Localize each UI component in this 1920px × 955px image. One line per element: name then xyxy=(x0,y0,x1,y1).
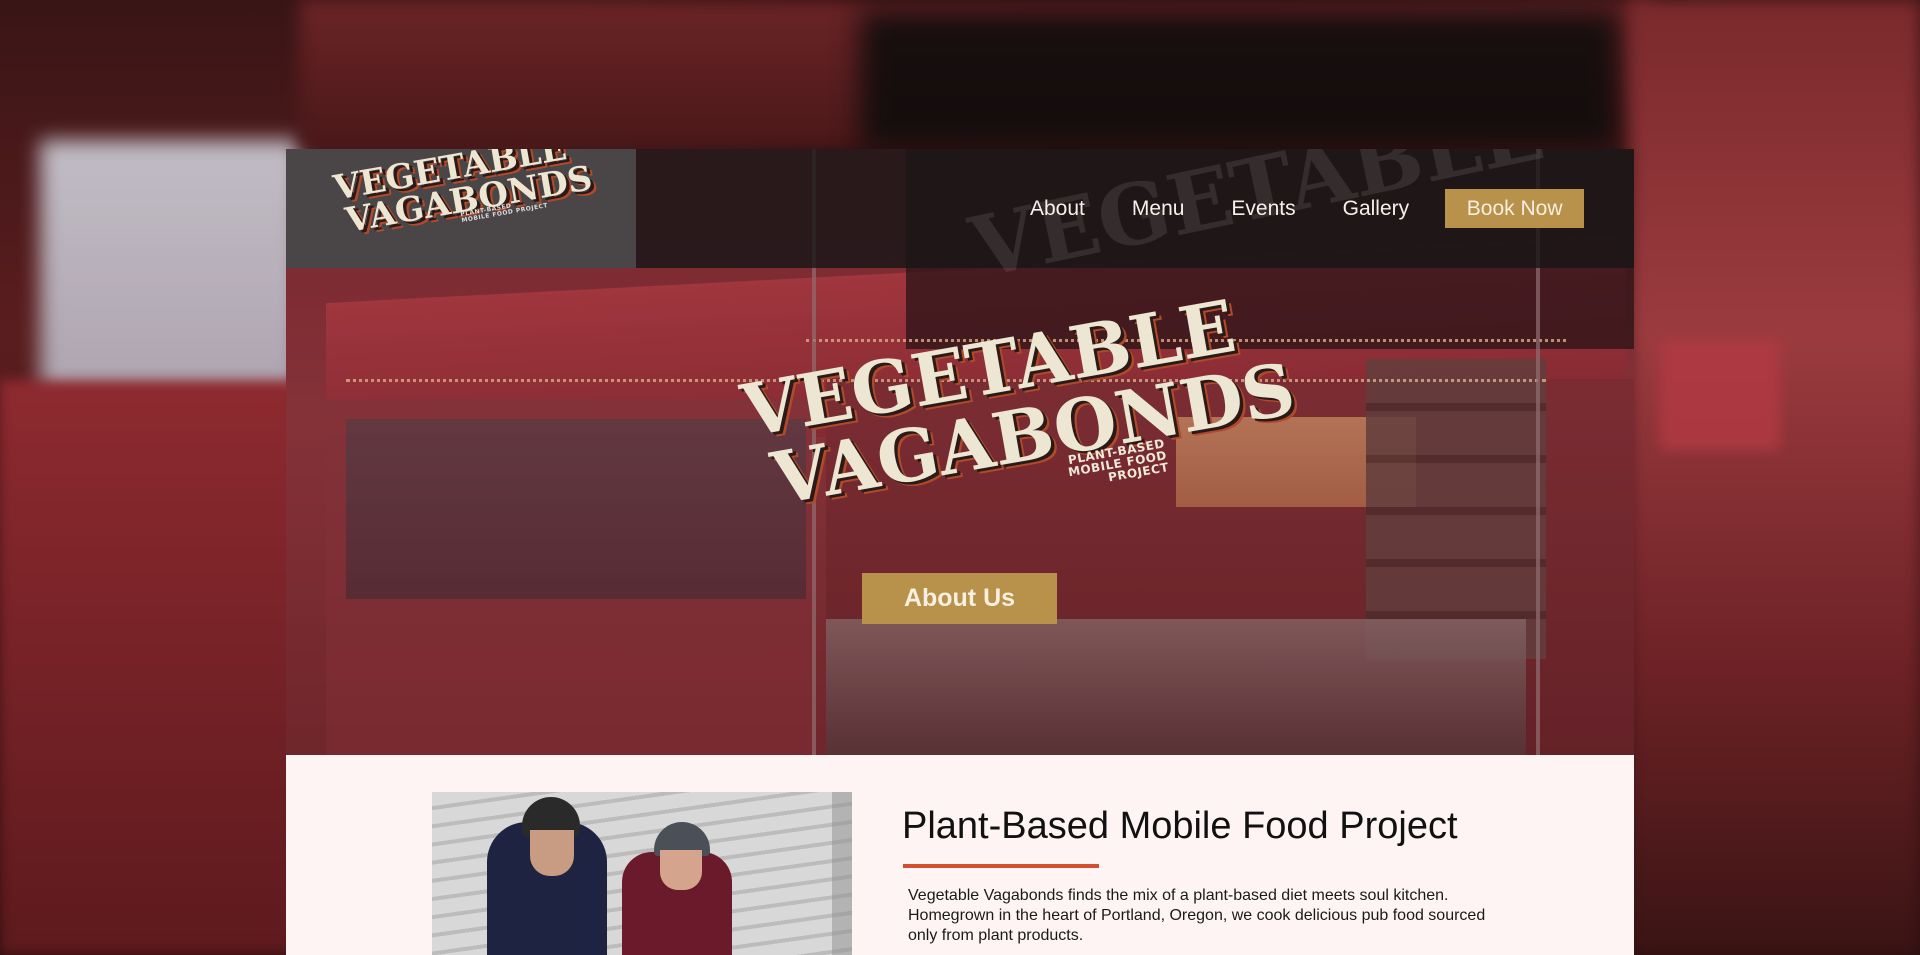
chefs-cooking-photo xyxy=(432,792,852,955)
title-divider xyxy=(903,864,1099,868)
intro-section: Plant-Based Mobile Food Project Vegetabl… xyxy=(286,755,1634,955)
about-us-button[interactable]: About Us xyxy=(862,573,1057,624)
site-logo[interactable]: VEGETABLE VAGABONDS PLANT-BASED MOBILE F… xyxy=(331,149,596,245)
intro-title: Plant-Based Mobile Food Project xyxy=(902,805,1458,847)
page-card: VEGETABLE VAGABONDS PLANT-BASED MOBILE F… xyxy=(286,149,1634,955)
logo-container[interactable]: VEGETABLE VAGABONDS PLANT-BASED MOBILE F… xyxy=(286,149,636,268)
nav-links: About Menu Events Gallery Book Now xyxy=(1030,149,1585,268)
nav-item-gallery[interactable]: Gallery xyxy=(1343,197,1410,221)
nav-item-about[interactable]: About xyxy=(1030,197,1085,221)
nav-item-events[interactable]: Events xyxy=(1231,197,1295,221)
book-now-button[interactable]: Book Now xyxy=(1445,189,1585,228)
intro-body: Vegetable Vagabonds finds the mix of a p… xyxy=(908,887,1486,944)
nav-item-menu[interactable]: Menu xyxy=(1132,197,1185,221)
top-navigation: VEGETABLE VAGABONDS PLANT-BASED MOBILE F… xyxy=(286,149,1634,297)
